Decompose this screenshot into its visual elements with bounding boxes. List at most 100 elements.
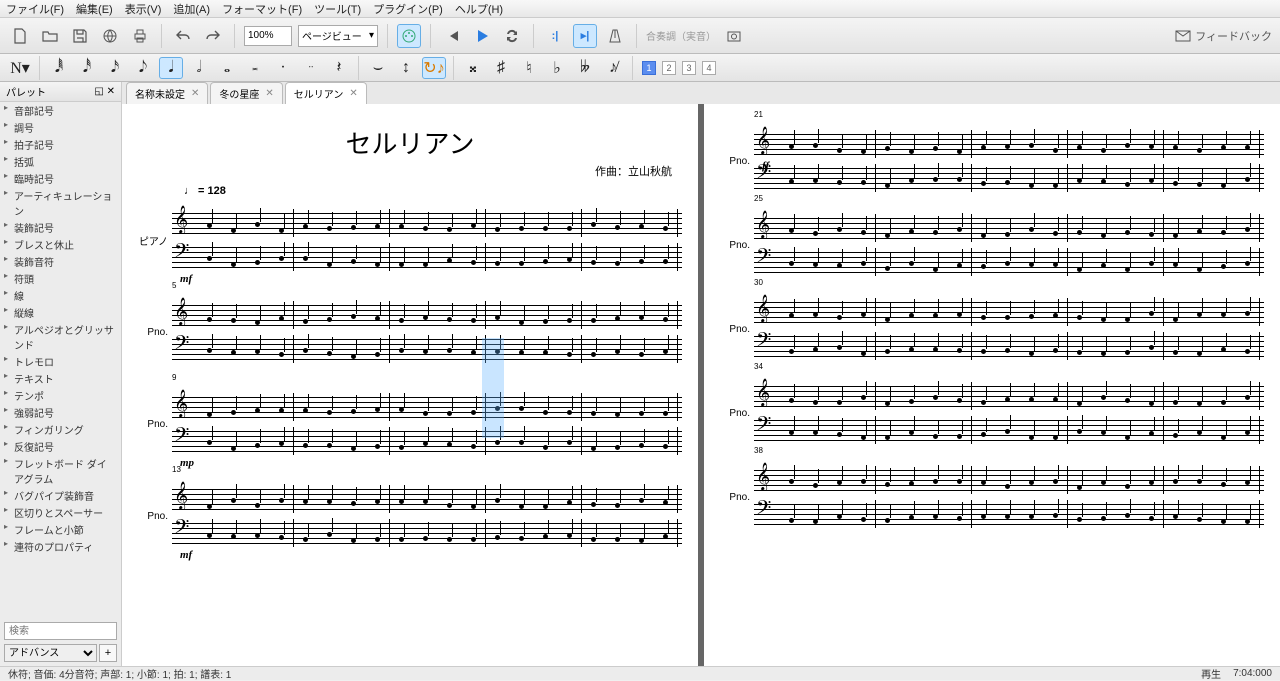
redo-button[interactable] <box>201 24 225 48</box>
image-capture-button[interactable] <box>722 24 746 48</box>
menu-plugins[interactable]: プラグイン(P) <box>373 1 443 17</box>
palette-item[interactable]: 縦線 <box>0 304 121 321</box>
loop-button[interactable] <box>500 24 524 48</box>
duration-dot[interactable]: ∙ <box>271 57 295 79</box>
score-composer[interactable]: 作曲：立山秋航 <box>138 163 672 179</box>
double-flat-button[interactable]: 𝄫 <box>573 57 597 79</box>
note-input-button[interactable]: N▾ <box>8 57 32 79</box>
palette-item[interactable]: 符頭 <box>0 270 121 287</box>
voice-1[interactable]: 1 <box>642 61 656 75</box>
staff[interactable]: 𝄢mf <box>172 243 682 271</box>
tab-close-icon[interactable]: ✕ <box>265 88 273 99</box>
online-button[interactable] <box>98 24 122 48</box>
palette-item[interactable]: アルペジオとグリッサンド <box>0 321 121 353</box>
palette-list[interactable]: 音部記号調号拍子記号括弧臨時記号アーティキュレーション装飾記号ブレスと休止装飾音… <box>0 102 121 618</box>
duration-quarter[interactable]: 𝅘𝅥 <box>159 57 183 79</box>
palette-item[interactable]: トレモロ <box>0 353 121 370</box>
score-title[interactable]: セルリアン <box>138 124 682 161</box>
staff[interactable]: 𝄞 <box>754 466 1264 494</box>
palette-item[interactable]: テンポ <box>0 387 121 404</box>
metronome-button[interactable] <box>603 24 627 48</box>
palette-item[interactable]: 装飾記号 <box>0 219 121 236</box>
menu-format[interactable]: フォーマット(F) <box>222 1 302 17</box>
grace-note-button[interactable]: ♪̸ <box>601 57 625 79</box>
duration-16th[interactable]: 𝅘𝅥𝅯 <box>103 57 127 79</box>
duration-half[interactable]: 𝅗𝅥 <box>187 57 211 79</box>
palette-item[interactable]: ブレスと休止 <box>0 236 121 253</box>
palette-item[interactable]: フレームと小節 <box>0 521 121 538</box>
tie-button[interactable]: ⌣ <box>366 57 390 79</box>
staff[interactable]: 𝄢 <box>172 335 682 363</box>
staff[interactable]: 𝄞 <box>754 382 1264 410</box>
rest-button[interactable]: 𝄽 <box>327 57 351 79</box>
repitch-button[interactable]: ↻♪ <box>422 57 446 79</box>
duration-8th[interactable]: 𝅘𝅥𝅮 <box>131 57 155 79</box>
palette-item[interactable]: 線 <box>0 287 121 304</box>
palette-item[interactable]: 装飾音符 <box>0 253 121 270</box>
staff[interactable]: 𝄞 <box>172 301 682 329</box>
concert-pitch-button[interactable]: 合奏調（実音） <box>646 28 716 43</box>
staff[interactable]: 𝄢 <box>754 164 1264 192</box>
staff[interactable]: 𝄞 <box>172 393 682 421</box>
staff[interactable]: 𝄞 <box>754 298 1264 326</box>
score-tab[interactable]: 名称未設定✕ <box>126 82 208 104</box>
staff[interactable]: 𝄞ff <box>754 130 1264 158</box>
palette-item[interactable]: フィンガリング <box>0 421 121 438</box>
staff[interactable]: 𝄞 <box>172 485 682 513</box>
palette-item[interactable]: 区切りとスペーサー <box>0 504 121 521</box>
pan-toggle-button[interactable]: ▸| <box>573 24 597 48</box>
voice-2[interactable]: 2 <box>662 61 676 75</box>
palette-item[interactable]: フレットボード ダイアグラム <box>0 455 121 487</box>
palette-item[interactable]: 反復記号 <box>0 438 121 455</box>
score-tab[interactable]: 冬の星座✕ <box>210 82 282 104</box>
midi-input-button[interactable] <box>397 24 421 48</box>
palette-undock-icon[interactable]: ◱ ✕ <box>94 86 115 97</box>
double-sharp-button[interactable]: 𝄪 <box>461 57 485 79</box>
print-button[interactable] <box>128 24 152 48</box>
duration-32nd[interactable]: 𝅘𝅥𝅰 <box>75 57 99 79</box>
staff[interactable]: 𝄞 <box>172 209 682 237</box>
open-button[interactable] <box>38 24 62 48</box>
palette-item[interactable]: 括弧 <box>0 153 121 170</box>
flip-button[interactable]: ↕ <box>394 57 418 79</box>
menu-add[interactable]: 追加(A) <box>173 1 210 17</box>
natural-button[interactable]: ♮ <box>517 57 541 79</box>
duration-double-dot[interactable]: ∙∙ <box>299 57 323 79</box>
staff[interactable]: 𝄢 <box>754 500 1264 528</box>
menu-file[interactable]: ファイル(F) <box>6 1 64 17</box>
dynamic-mark[interactable]: mp <box>180 457 194 469</box>
tempo-mark[interactable]: ♩ = 128 <box>184 185 682 197</box>
staff[interactable]: 𝄢mp <box>172 427 682 455</box>
palette-item[interactable]: 調号 <box>0 119 121 136</box>
tab-close-icon[interactable]: ✕ <box>349 88 357 99</box>
palette-workspace-select[interactable]: アドバンス <box>4 644 97 662</box>
menu-edit[interactable]: 編集(E) <box>76 1 113 17</box>
palette-item[interactable]: 強弱記号 <box>0 404 121 421</box>
staff[interactable]: 𝄢mf <box>172 519 682 547</box>
new-button[interactable] <box>8 24 32 48</box>
voice-3[interactable]: 3 <box>682 61 696 75</box>
sharp-button[interactable]: ♯ <box>489 57 513 79</box>
palette-item[interactable]: 音部記号 <box>0 102 121 119</box>
palette-item[interactable]: アーティキュレーション <box>0 187 121 219</box>
feedback-button[interactable]: フィードバック <box>1175 28 1272 44</box>
duration-64th[interactable]: 𝅘𝅥𝅱 <box>47 57 71 79</box>
voice-4[interactable]: 4 <box>702 61 716 75</box>
flat-button[interactable]: ♭ <box>545 57 569 79</box>
palette-add-button[interactable]: + <box>99 644 117 662</box>
score-tab[interactable]: セルリアン✕ <box>285 82 367 104</box>
rewind-button[interactable] <box>440 24 464 48</box>
viewmode-select[interactable]: ページビュー▾ <box>298 25 378 47</box>
menu-help[interactable]: ヘルプ(H) <box>455 1 503 17</box>
tab-close-icon[interactable]: ✕ <box>191 88 199 99</box>
palette-item[interactable]: 臨時記号 <box>0 170 121 187</box>
duration-whole[interactable]: 𝅝 <box>215 57 239 79</box>
staff[interactable]: 𝄞 <box>754 214 1264 242</box>
repeat-toggle-button[interactable]: :| <box>543 24 567 48</box>
palette-item[interactable]: テキスト <box>0 370 121 387</box>
palette-item[interactable]: 連符のプロパティ <box>0 538 121 555</box>
dynamic-mark[interactable]: mf <box>180 273 192 285</box>
score-view[interactable]: セルリアン 作曲：立山秋航 ♩ = 128 ピアノ𝄞𝄢mfPno.5𝄞𝄢Pno.… <box>122 104 1280 666</box>
staff[interactable]: 𝄢 <box>754 416 1264 444</box>
zoom-input[interactable] <box>244 26 292 46</box>
